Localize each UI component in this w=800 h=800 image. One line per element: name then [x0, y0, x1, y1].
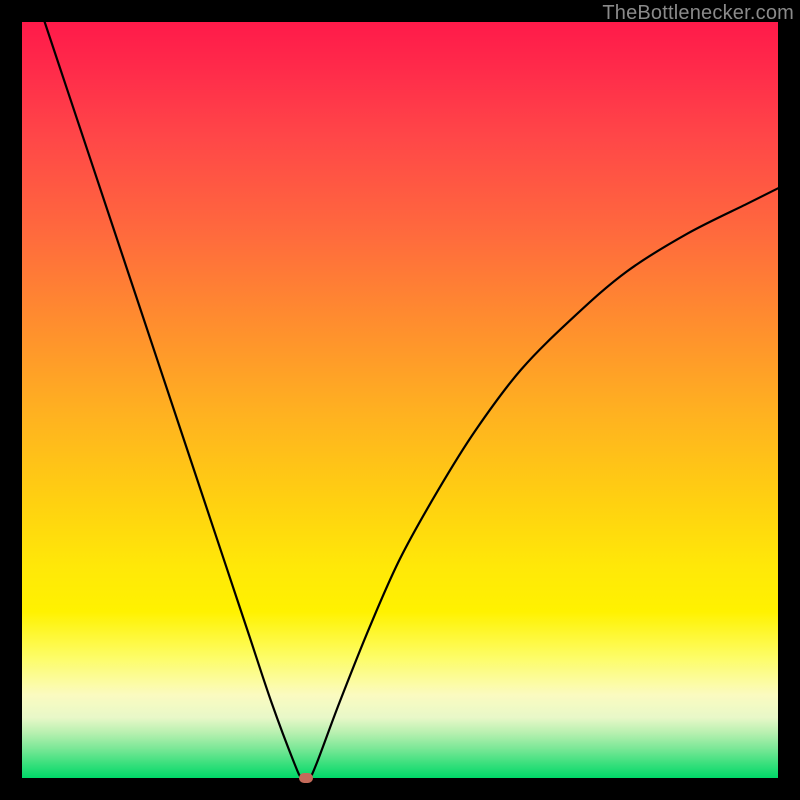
- optimum-marker: [299, 773, 313, 783]
- watermark-text: TheBottlenecker.com: [602, 2, 794, 25]
- plot-area: [22, 22, 778, 778]
- chart-frame: TheBottlenecker.com: [0, 0, 800, 800]
- bottleneck-curve: [22, 22, 778, 778]
